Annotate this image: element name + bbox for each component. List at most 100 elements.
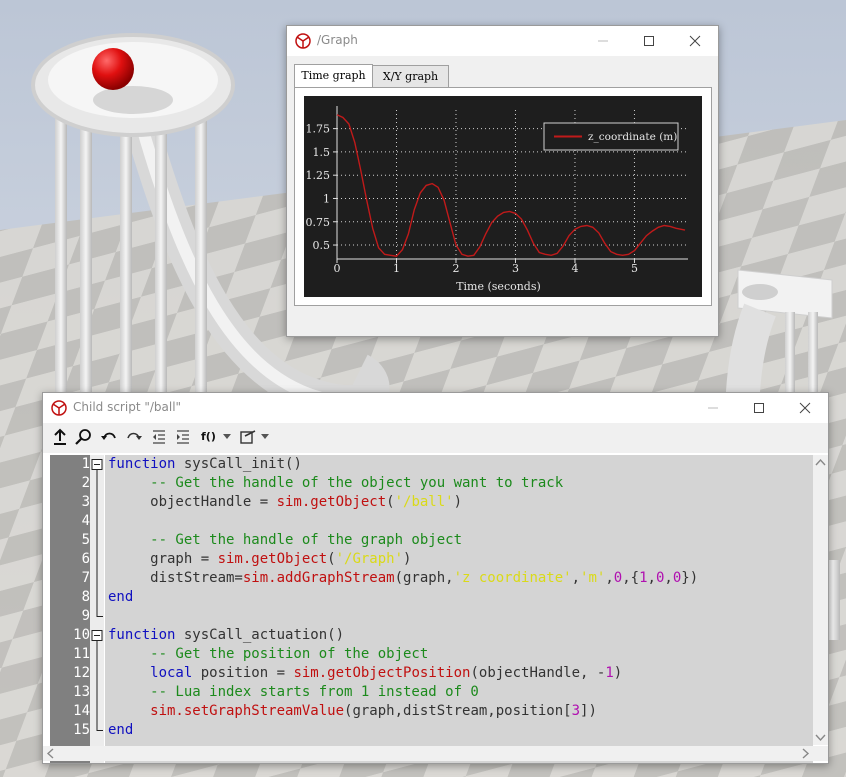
code-token: sim.addGraphStream — [242, 570, 395, 586]
x-tick-label: 0 — [334, 262, 341, 275]
code-token: }) — [681, 570, 699, 586]
window-title: Child script "/ball" — [73, 400, 182, 414]
code-token: ) — [403, 551, 412, 567]
code-token: end — [108, 589, 134, 605]
script-editor-window: Child script "/ball" f() 1 2 3 4 5 6 7 8… — [42, 392, 829, 764]
red-ball — [92, 48, 134, 90]
code-line[interactable]: local position = sim.getObjectPosition(o… — [108, 664, 622, 683]
snippet-icon — [240, 430, 256, 444]
scrollbar-thumb[interactable] — [815, 471, 826, 717]
fold-end-guide — [96, 607, 103, 617]
y-tick-label: 0.75 — [306, 216, 331, 229]
graph-window: /Graph Time graph X/Y graph 0 1 2 3 4 5 0.5 0.7… — [286, 25, 719, 337]
scroll-left-icon — [46, 748, 54, 759]
code-token: end — [108, 722, 134, 738]
unindent-icon[interactable] — [151, 428, 167, 446]
code-editor[interactable]: 1 2 3 4 5 6 7 8 9 10 11 12 13 14 15 function sysCall_i… — [43, 453, 828, 763]
code-token: sim.getObjectPosition — [293, 665, 471, 681]
x-tick-label: 1 — [393, 262, 400, 275]
fold-margin[interactable] — [90, 455, 104, 763]
maximize-button[interactable] — [626, 26, 672, 56]
code-line[interactable]: -- Get the position of the object — [108, 645, 428, 664]
code-token: ) — [453, 494, 463, 510]
legend-label: z_coordinate (m) — [588, 131, 677, 143]
code-area[interactable]: function sysCall_init() -- Get the handl… — [105, 455, 813, 763]
vertical-scrollbar[interactable] — [813, 455, 828, 745]
code-line[interactable]: function sysCall_actuation() — [108, 626, 344, 645]
code-token: 3 — [571, 703, 581, 719]
tab-time-graph[interactable]: Time graph — [294, 64, 373, 88]
tab-xy-graph[interactable]: X/Y graph — [372, 65, 449, 88]
indent-icon[interactable] — [175, 428, 191, 446]
line-number: 11 — [73, 646, 90, 662]
upload-icon[interactable] — [52, 428, 68, 446]
close-button[interactable] — [782, 393, 828, 423]
code-line[interactable]: end — [108, 721, 133, 740]
code-token: -- Lua index starts from 1 instead of 0 — [108, 684, 479, 700]
code-line[interactable]: function sysCall_init() — [108, 455, 302, 474]
script-window-titlebar[interactable]: Child script "/ball" — [43, 393, 828, 423]
code-line[interactable]: end — [108, 588, 133, 607]
search-icon[interactable] — [75, 428, 93, 446]
line-number: 15 — [73, 722, 90, 738]
close-button[interactable] — [672, 26, 718, 56]
code-token: local — [108, 665, 193, 681]
code-token: (graph,distStream,position[ — [344, 703, 572, 719]
code-token: -- Get the handle of the object you want… — [108, 475, 564, 491]
code-token: 'm' — [580, 570, 606, 586]
line-number: 3 — [81, 494, 90, 510]
maximize-icon — [754, 403, 764, 413]
maximize-button[interactable] — [736, 393, 782, 423]
line-number: 2 — [81, 475, 90, 491]
redo-icon[interactable] — [125, 428, 143, 446]
horizontal-scrollbar[interactable] — [43, 746, 828, 761]
y-tick-label: 1.75 — [306, 123, 331, 136]
chevron-down-icon — [261, 434, 269, 439]
line-number: 8 — [81, 589, 90, 605]
code-token: , — [647, 570, 656, 586]
line-number: 7 — [81, 570, 90, 586]
close-icon — [799, 402, 811, 414]
maximize-icon — [644, 36, 654, 46]
code-line[interactable]: -- Get the handle of the graph object — [108, 531, 462, 550]
fold-end-guide — [96, 721, 103, 731]
code-token: 0 — [672, 570, 682, 586]
line-number: 1 — [81, 456, 90, 472]
code-token: function — [108, 627, 176, 643]
code-token: -- Get the handle of the graph object — [108, 532, 463, 548]
y-tick-label: 0.5 — [313, 239, 331, 252]
code-token: sim.setGraphStreamValue — [108, 703, 345, 719]
y-tick-label: 1.5 — [313, 146, 331, 159]
code-token: , — [664, 570, 673, 586]
x-axis-label: Time (seconds) — [456, 280, 541, 293]
scroll-up-icon — [815, 458, 826, 466]
code-token: function — [108, 456, 176, 472]
code-token: '/ball' — [394, 494, 454, 510]
time-graph-panel: 0 1 2 3 4 5 0.5 0.75 1 1.25 1.5 1.75 Time (seconds) z… — [294, 87, 712, 306]
code-token: ( — [327, 551, 336, 567]
function-menu-button[interactable]: f() — [201, 428, 235, 446]
code-line[interactable]: distStream=sim.addGraphStream(graph,'z c… — [108, 569, 698, 588]
x-tick-label: 2 — [452, 262, 459, 275]
minimize-button[interactable] — [580, 26, 626, 56]
chevron-down-icon — [223, 434, 231, 439]
code-line[interactable]: -- Get the handle of the object you want… — [108, 474, 563, 493]
graph-window-titlebar[interactable]: /Graph — [287, 26, 718, 56]
code-token: -- Get the position of the object — [108, 646, 429, 662]
code-line[interactable]: sim.setGraphStreamValue(graph,distStream… — [108, 702, 597, 721]
undo-icon[interactable] — [100, 428, 118, 446]
code-token: 1 — [639, 570, 648, 586]
line-number: 14 — [73, 703, 90, 719]
minimize-button[interactable] — [690, 393, 736, 423]
code-line[interactable]: -- Lua index starts from 1 instead of 0 — [108, 683, 479, 702]
code-line[interactable]: objectHandle = sim.getObject('/ball') — [108, 493, 462, 512]
code-token: sim.getObject — [276, 494, 387, 510]
minimize-icon — [598, 40, 608, 42]
code-token: '/Graph' — [335, 551, 404, 567]
code-line[interactable]: graph = sim.getObject('/Graph') — [108, 550, 411, 569]
code-token: ]) — [580, 703, 597, 719]
editor-toolbar: f() — [43, 423, 828, 451]
function-menu-label: f() — [201, 430, 216, 443]
code-token: position = — [192, 665, 294, 681]
snippet-menu-button[interactable] — [239, 428, 271, 446]
